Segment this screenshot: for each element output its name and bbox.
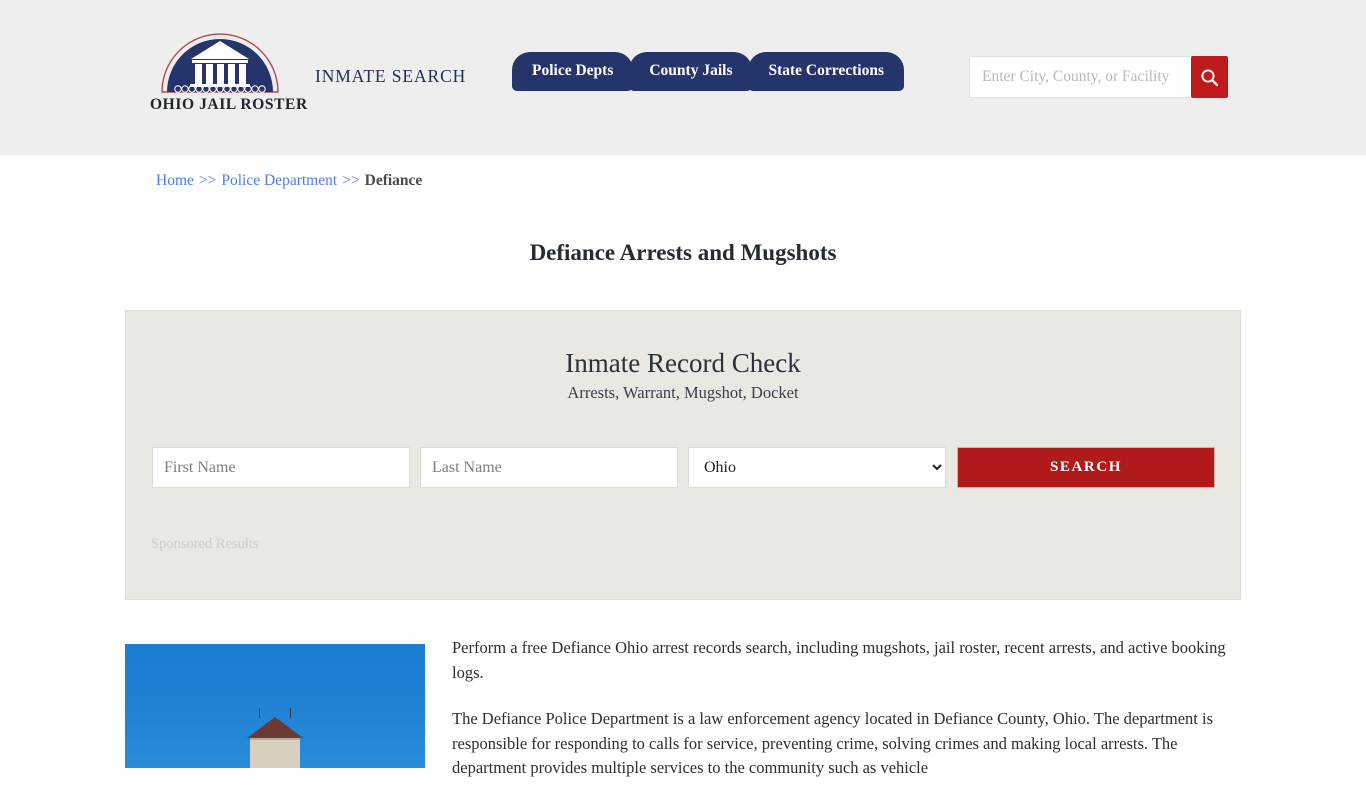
- breadcrumb-item-police-department[interactable]: Police Department: [221, 172, 337, 189]
- site-header: OHIO JAIL ROSTER INMATE SEARCH Police De…: [0, 0, 1366, 155]
- page-title: Defiance Arrests and Mugshots: [529, 240, 837, 266]
- nav-tab-county-jails[interactable]: County Jails: [629, 52, 753, 91]
- site-tagline: INMATE SEARCH: [315, 66, 467, 86]
- inmate-search-form: Ohio SEARCH: [152, 447, 1216, 488]
- site-logo[interactable]: OHIO JAIL ROSTER: [150, 26, 308, 114]
- first-name-input[interactable]: [152, 447, 410, 488]
- breadcrumb-item-current: Defiance: [364, 172, 423, 189]
- last-name-input[interactable]: [420, 447, 678, 488]
- article-body: Perform a free Defiance Ohio arrest reco…: [452, 636, 1242, 803]
- sponsored-results-label: Sponsored Results: [151, 536, 259, 552]
- article-paragraph: The Defiance Police Department is a law …: [452, 709, 1213, 777]
- logo-wordmark: OHIO JAIL ROSTER: [150, 96, 308, 113]
- tower-roof: [247, 717, 303, 738]
- tower-body: [250, 738, 300, 768]
- card-subtitle: Arrests, Warrant, Mugshot, Docket: [567, 383, 799, 402]
- article-paragraph: Perform a free Defiance Ohio arrest reco…: [452, 638, 1226, 682]
- search-button[interactable]: SEARCH: [957, 447, 1215, 488]
- header-search-input[interactable]: [969, 56, 1191, 98]
- breadcrumb-item-home[interactable]: Home: [156, 172, 194, 189]
- courthouse-dome-logo-icon: [156, 26, 284, 94]
- spire-icon: [290, 708, 291, 718]
- spire-icon: [259, 708, 260, 718]
- tower-graphic: [247, 708, 303, 768]
- nav-tab-state-corrections[interactable]: State Corrections: [748, 52, 904, 91]
- breadcrumb: Home >> Police Department >> Defiance: [156, 172, 422, 190]
- inmate-record-check-card: Inmate Record Check Arrests, Warrant, Mu…: [125, 310, 1241, 600]
- card-title: Inmate Record Check: [565, 348, 801, 378]
- header-search-button[interactable]: [1191, 56, 1228, 98]
- state-select[interactable]: Ohio: [688, 447, 946, 488]
- header-search-form: [969, 56, 1228, 98]
- breadcrumb-separator: >>: [342, 172, 360, 189]
- search-icon: [1201, 68, 1219, 86]
- nav-tab-police-depts[interactable]: Police Depts: [512, 52, 634, 91]
- main-navigation: Police Depts County Jails State Correcti…: [512, 52, 904, 91]
- breadcrumb-separator: >>: [198, 172, 217, 189]
- courthouse-photo: [125, 644, 425, 768]
